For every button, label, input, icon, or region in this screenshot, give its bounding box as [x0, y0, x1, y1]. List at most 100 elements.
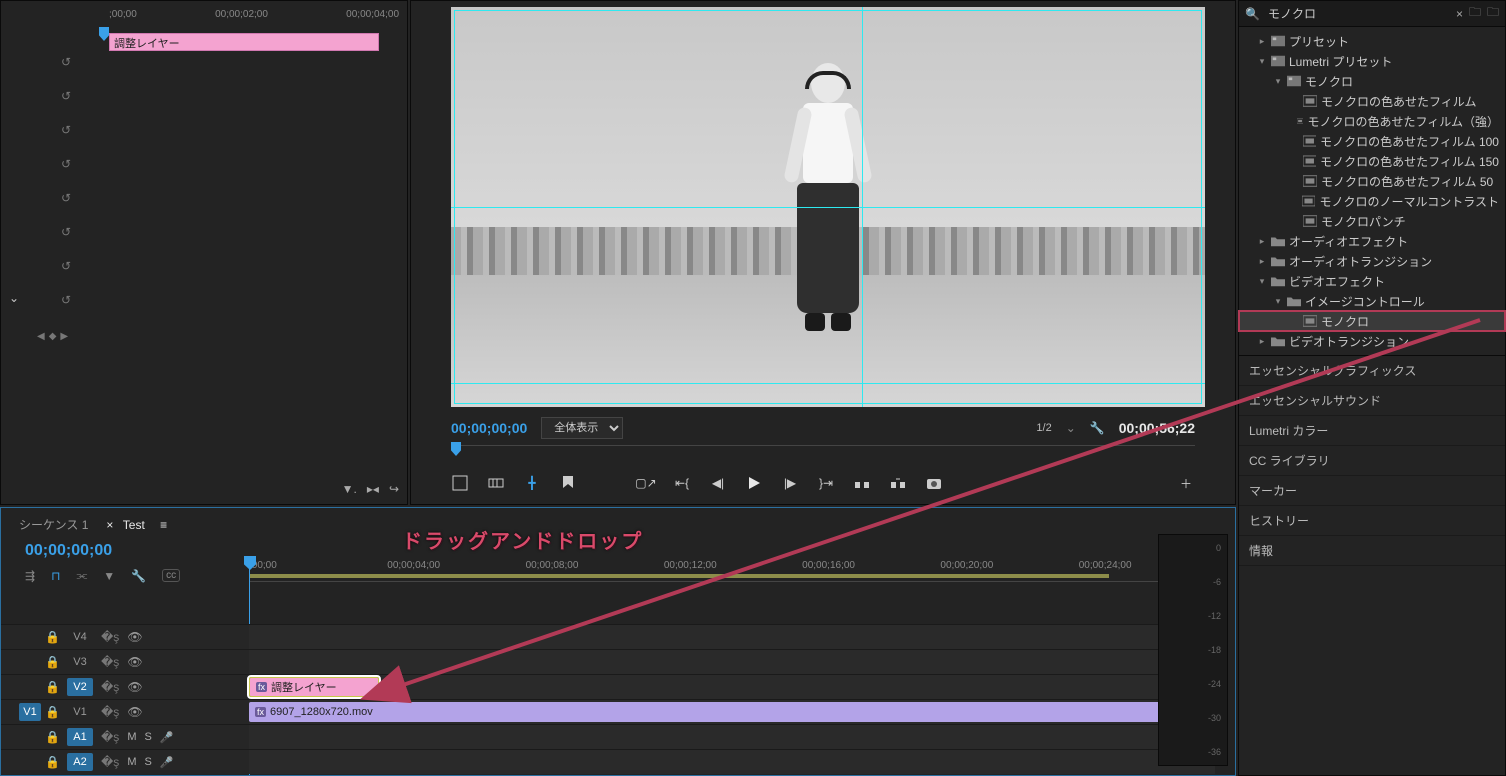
- timeline-work-area[interactable]: [249, 574, 1109, 578]
- track-target[interactable]: A2: [67, 753, 93, 771]
- track-lane[interactable]: fx6907_1280x720.mov: [249, 700, 1215, 724]
- tree-twisty-icon[interactable]: ▾: [1273, 296, 1283, 307]
- effects-tree-item[interactable]: ▾ビデオエフェクト: [1239, 271, 1505, 291]
- extract-icon[interactable]: [889, 474, 907, 492]
- effects-tree-item[interactable]: モノクロパンチ: [1239, 211, 1505, 231]
- captions-icon[interactable]: cc: [162, 569, 180, 582]
- lift-icon[interactable]: [853, 474, 871, 492]
- effects-tree-item[interactable]: ▾モノクロ: [1239, 71, 1505, 91]
- collapsed-panel-header[interactable]: マーカー: [1239, 476, 1505, 506]
- collapsed-panel-header[interactable]: エッセンシャルグラフィックス: [1239, 356, 1505, 386]
- keyframe-reset-icon[interactable]: ↺: [61, 157, 71, 171]
- zoom-select[interactable]: 全体表示: [541, 417, 623, 439]
- program-scrub-playhead[interactable]: [451, 442, 461, 456]
- tree-twisty-icon[interactable]: ▸: [1257, 236, 1267, 247]
- tree-twisty-icon[interactable]: ▸: [1257, 36, 1267, 47]
- keyframe-reset-icon[interactable]: ↺: [61, 123, 71, 137]
- snap-icon[interactable]: ⊓: [51, 569, 60, 583]
- tree-twisty-icon[interactable]: ▾: [1273, 76, 1283, 87]
- keyframe-reset-icon[interactable]: ↺: [61, 225, 71, 239]
- collapsed-panel-header[interactable]: エッセンシャルサウンド: [1239, 386, 1505, 416]
- track-lane[interactable]: fx調整レイヤー: [249, 675, 1215, 699]
- solo-button[interactable]: S: [144, 731, 151, 744]
- keyframe-reset-icon[interactable]: ↺: [61, 55, 71, 69]
- search-clear-icon[interactable]: ×: [1456, 7, 1463, 21]
- new-bin-icon[interactable]: 🗀: [1469, 3, 1481, 24]
- effects-tree-item-selected[interactable]: モノクロ: [1239, 311, 1505, 331]
- track-target[interactable]: V1: [67, 703, 93, 721]
- effect-controls-clip[interactable]: 調整レイヤー: [109, 33, 379, 51]
- effects-tree-item[interactable]: ▾Lumetri プリセット: [1239, 51, 1505, 71]
- effects-tree-item[interactable]: モノクロの色あせたフィルム: [1239, 91, 1505, 111]
- keyframe-reset-icon[interactable]: ↺: [61, 259, 71, 273]
- ruler-icon[interactable]: [487, 474, 505, 492]
- toggle-output-icon[interactable]: 👁: [127, 655, 142, 669]
- tree-twisty-icon[interactable]: ▸: [1257, 336, 1267, 347]
- tab-menu-icon[interactable]: ≡: [160, 518, 167, 532]
- chevron-down-icon[interactable]: ⌄: [1066, 421, 1076, 435]
- mark-in-icon[interactable]: ⇤{: [673, 474, 691, 492]
- prev-keyframe-icon[interactable]: ◀: [37, 331, 45, 342]
- lock-icon[interactable]: 🔒: [45, 630, 59, 644]
- effects-tree-item[interactable]: モノクロのノーマルコントラスト: [1239, 191, 1505, 211]
- tree-twisty-icon[interactable]: ▾: [1257, 276, 1267, 287]
- safe-margins-icon[interactable]: [451, 474, 469, 492]
- filter-icon[interactable]: ▼.: [342, 482, 357, 496]
- track-target[interactable]: A1: [67, 728, 93, 746]
- add-keyframe-icon[interactable]: ◆: [49, 331, 57, 342]
- mute-button[interactable]: M: [127, 756, 136, 769]
- toggle-output-icon[interactable]: 👁: [127, 705, 142, 719]
- program-timecode[interactable]: 00;00;00;00: [451, 420, 527, 436]
- effects-tree-item[interactable]: ▸プリセット: [1239, 31, 1505, 51]
- track-lane[interactable]: [249, 725, 1215, 749]
- track-target[interactable]: V2: [67, 678, 93, 696]
- resolution-badge[interactable]: 1/2: [1036, 422, 1051, 434]
- step-back-icon[interactable]: ◀|: [709, 474, 727, 492]
- lock-icon[interactable]: 🔒: [45, 730, 59, 744]
- collapse-icon[interactable]: ⌄: [9, 291, 19, 305]
- next-keyframe-icon[interactable]: ▶: [60, 331, 68, 342]
- solo-button[interactable]: S: [144, 756, 151, 769]
- track-header[interactable]: 🔒 A2 �ş MS 🎤: [1, 750, 249, 774]
- marker-tool-icon[interactable]: ▼: [103, 569, 115, 583]
- camera-icon[interactable]: [925, 474, 943, 492]
- sync-lock-icon[interactable]: �ş: [101, 705, 119, 719]
- new-preset-icon[interactable]: 🗀: [1487, 3, 1499, 24]
- track-lane[interactable]: [249, 650, 1215, 674]
- track-header[interactable]: 🔒V2�ş👁: [1, 675, 249, 699]
- settings-wrench-icon[interactable]: 🔧: [131, 569, 146, 583]
- sync-lock-icon[interactable]: �ş: [101, 680, 119, 694]
- track-lane[interactable]: [249, 625, 1215, 649]
- keyframe-reset-icon[interactable]: ↺: [61, 293, 71, 307]
- effects-tree-item[interactable]: モノクロの色あせたフィルム 100: [1239, 131, 1505, 151]
- track-source-patch[interactable]: V1: [19, 703, 41, 721]
- track-header[interactable]: 🔒A1�şMS🎤: [1, 725, 249, 749]
- grid-icon[interactable]: ╋: [523, 474, 541, 492]
- keyframe-reset-icon[interactable]: ↺: [61, 89, 71, 103]
- toggle-output-icon[interactable]: 👁: [127, 630, 142, 644]
- lock-icon[interactable]: 🔒: [45, 755, 59, 769]
- program-monitor-video[interactable]: [451, 7, 1205, 407]
- sequence-tab[interactable]: シーケンス 1: [19, 516, 88, 533]
- track-target[interactable]: V3: [67, 653, 93, 671]
- effects-search-input[interactable]: [1266, 6, 1450, 22]
- sync-lock-icon[interactable]: �ş: [101, 730, 119, 744]
- marker-icon[interactable]: [559, 474, 577, 492]
- voice-over-icon[interactable]: 🎤: [160, 756, 174, 769]
- keyframe-reset-icon[interactable]: ↺: [61, 191, 71, 205]
- effects-tree-item[interactable]: モノクロの色あせたフィルム 150: [1239, 151, 1505, 171]
- mute-button[interactable]: M: [127, 731, 136, 744]
- settings-wrench-icon[interactable]: 🔧: [1090, 421, 1105, 435]
- linked-selection-icon[interactable]: ⫘: [76, 568, 87, 583]
- sync-lock-icon[interactable]: �ş: [101, 655, 119, 669]
- collapsed-panel-header[interactable]: 情報: [1239, 536, 1505, 566]
- timeline-ruler[interactable]: ;00;0000;00;04;0000;00;08;0000;00;12;000…: [249, 560, 1215, 582]
- timeline-timecode[interactable]: 00;00;00;00: [25, 542, 112, 560]
- sync-lock-icon[interactable]: �ş: [101, 755, 119, 769]
- track-header[interactable]: 🔒V3�ş👁: [1, 650, 249, 674]
- tree-twisty-icon[interactable]: ▾: [1257, 56, 1267, 67]
- sequence-tab-active[interactable]: × Test ≡: [106, 518, 167, 532]
- mark-out-icon[interactable]: }⇥: [817, 474, 835, 492]
- insert-mode-icon[interactable]: ⇶: [25, 569, 35, 583]
- lock-icon[interactable]: 🔒: [45, 680, 59, 694]
